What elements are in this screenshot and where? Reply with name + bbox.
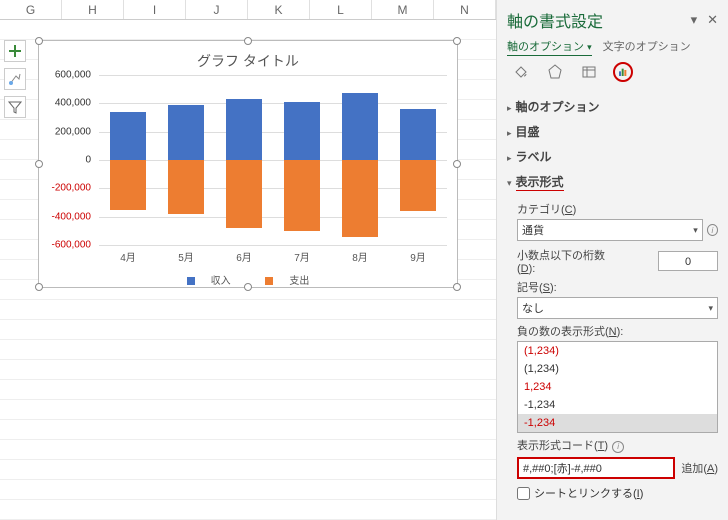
y-tick-label: -400,000 [52,211,91,222]
section-labels[interactable]: ラベル [507,144,718,169]
negative-format-option[interactable]: -1,234 [518,396,717,414]
pane-subtabs: 軸のオプション ▾ 文字のオプション [507,38,718,54]
x-tick-label: 5月 [178,249,194,264]
col-header[interactable]: H [62,0,124,19]
pane-title: 軸の書式設定 [507,8,603,32]
pane-dropdown-icon[interactable]: ▾ [691,12,698,28]
chart-filters-button[interactable] [4,96,26,118]
close-icon[interactable]: ✕ [707,12,718,28]
col-header[interactable]: G [0,0,62,19]
y-axis[interactable]: 600,000400,000200,0000-200,000-400,000-6… [41,75,95,245]
option-category-icons [507,62,718,82]
symbol-label: 記号(S): [517,279,718,295]
decimals-label: 小数点以下の桁数(D): [517,247,605,275]
x-tick-label: 6月 [236,249,252,264]
bar-income[interactable] [226,99,262,160]
resize-handle[interactable] [453,37,461,45]
axis-options-icon[interactable] [613,62,633,82]
tab-text-options[interactable]: 文字のオプション [603,41,691,53]
decimals-input[interactable]: 0 [658,251,718,271]
number-format-form: カテゴリ(C) 通貨 i 小数点以下の桁数(D): 0 記号(S): なし 負の… [507,195,718,501]
info-icon[interactable]: i [707,224,718,236]
resize-handle[interactable] [453,160,461,168]
effects-icon[interactable] [545,62,565,82]
tab-axis-options[interactable]: 軸のオプション ▾ [507,41,592,56]
resize-handle[interactable] [35,37,43,45]
x-axis[interactable]: 4月 5月 6月 7月 8月 9月 [99,249,447,264]
info-icon[interactable]: i [612,441,624,453]
col-header[interactable]: N [434,0,496,19]
column-headers: G H I J K L M N [0,0,496,20]
y-tick-label: 400,000 [55,98,91,109]
y-tick-label: 200,000 [55,126,91,137]
chart-title[interactable]: グラフ タイトル [39,41,457,75]
y-tick-label: 600,000 [55,70,91,81]
y-tick-label: -200,000 [52,183,91,194]
negative-format-list[interactable]: (1,234)(1,234)1,234-1,234-1,234 [517,341,718,433]
col-header[interactable]: M [372,0,434,19]
format-code-label: 表示形式コード(T)i [517,437,718,453]
col-header[interactable]: K [248,0,310,19]
section-tick-marks[interactable]: 目盛 [507,119,718,144]
chart-element-toolstrip [4,40,26,118]
bar-income[interactable] [110,112,146,160]
bar-expense[interactable] [400,160,436,211]
format-code-input[interactable]: #,##0;[赤]-#,##0 [517,457,675,479]
bar-expense[interactable] [342,160,378,237]
chart-styles-button[interactable] [4,68,26,90]
resize-handle[interactable] [35,283,43,291]
negative-format-option[interactable]: -1,234 [518,414,717,432]
chart-elements-button[interactable] [4,40,26,62]
bar-income[interactable] [168,105,204,160]
bar-income[interactable] [400,109,436,160]
y-tick-label: 0 [85,155,91,166]
negative-format-option[interactable]: 1,234 [518,378,717,396]
x-tick-label: 4月 [120,249,136,264]
x-tick-label: 9月 [410,249,426,264]
format-axis-pane: 軸の書式設定 ▾ ✕ 軸のオプション ▾ 文字のオプション 軸のオプション 目盛… [496,0,728,520]
negative-format-option[interactable]: (1,234) [518,360,717,378]
section-number-format[interactable]: 表示形式 [507,169,718,195]
add-button[interactable]: 追加(A) [681,460,718,476]
bars [99,75,447,245]
col-header[interactable]: J [186,0,248,19]
fill-icon[interactable] [511,62,531,82]
negative-label: 負の数の表示形式(N): [517,323,718,339]
x-tick-label: 7月 [294,249,310,264]
y-tick-label: -600,000 [52,240,91,251]
symbol-select[interactable]: なし [517,297,718,319]
section-axis-options[interactable]: 軸のオプション [507,94,718,119]
size-icon[interactable] [579,62,599,82]
resize-handle[interactable] [453,283,461,291]
bar-expense[interactable] [168,160,204,214]
col-header[interactable]: I [124,0,186,19]
bar-income[interactable] [284,102,320,160]
bar-expense[interactable] [284,160,320,231]
category-select[interactable]: 通貨 [517,219,703,241]
bar-income[interactable] [342,93,378,160]
bar-expense[interactable] [226,160,262,228]
spreadsheet-area: G H I J K L M N グラフ タイトル [0,0,496,520]
bar-expense[interactable] [110,160,146,210]
resize-handle[interactable] [244,37,252,45]
category-label: カテゴリ(C) [517,201,718,217]
x-tick-label: 8月 [352,249,368,264]
chart-object[interactable]: グラフ タイトル 600,000400,000200,0000-200,000-… [38,40,458,288]
link-to-source-checkbox[interactable]: シートとリンクする(I) [517,485,718,501]
resize-handle[interactable] [244,283,252,291]
plot-area[interactable]: 600,000400,000200,0000-200,000-400,000-6… [99,75,447,245]
checkbox[interactable] [517,487,530,500]
col-header[interactable]: L [310,0,372,19]
negative-format-option[interactable]: (1,234) [518,342,717,360]
